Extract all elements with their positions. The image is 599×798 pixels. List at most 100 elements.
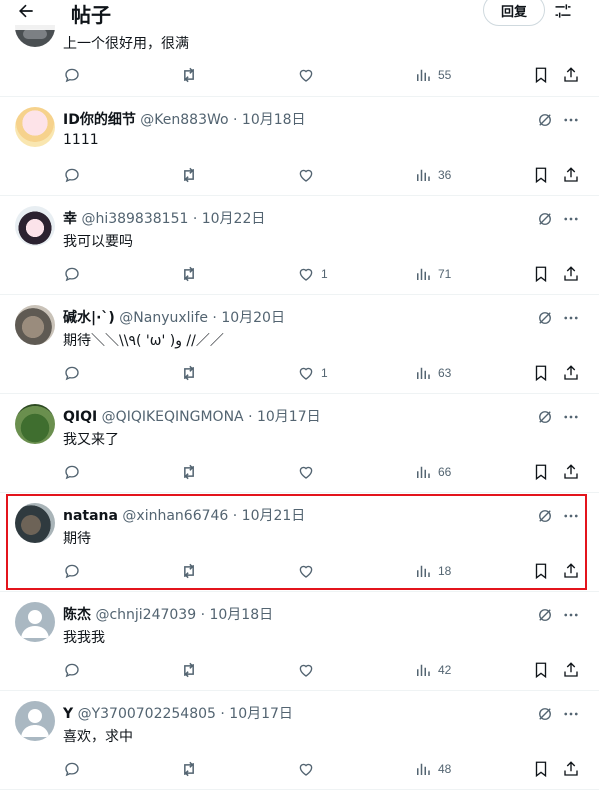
- views-action[interactable]: 18: [414, 560, 451, 582]
- repost-action[interactable]: [179, 659, 199, 681]
- reply-button[interactable]: 回复: [483, 0, 545, 26]
- bookmark-action[interactable]: [532, 64, 550, 86]
- heart-icon: [299, 565, 313, 578]
- reply-action[interactable]: [63, 659, 81, 681]
- author-name[interactable]: 碱水|·`): [63, 310, 115, 326]
- more-options-icon[interactable]: [560, 406, 582, 428]
- more-options-icon[interactable]: [560, 703, 582, 725]
- reply-action[interactable]: [63, 362, 81, 384]
- reply-action[interactable]: [63, 164, 81, 186]
- repost-action[interactable]: [179, 64, 199, 86]
- reply-post[interactable]: 幸 @hi389838151 · 10月22日 我可以要吗 1 71: [0, 196, 599, 295]
- like-action[interactable]: 1: [297, 263, 328, 285]
- share-action[interactable]: [562, 560, 580, 582]
- reply-post[interactable]: 碱水|·`) @Nanyuxlife · 10月20日 期待＼＼\\٩( 'ω' …: [0, 295, 599, 394]
- reply-post[interactable]: ID你的细节 @Ken883Wo · 10月18日 1111 36: [0, 97, 599, 196]
- grok-icon[interactable]: [534, 604, 556, 626]
- bookmark-action[interactable]: [532, 164, 550, 186]
- avatar[interactable]: [15, 107, 55, 147]
- views-action[interactable]: 66: [414, 461, 451, 483]
- like-action[interactable]: 1: [297, 362, 328, 384]
- like-action[interactable]: [297, 64, 321, 86]
- reply-action[interactable]: [63, 263, 81, 285]
- avatar[interactable]: [15, 404, 55, 444]
- author-name[interactable]: QIQI: [63, 409, 97, 425]
- bookmark-action[interactable]: [532, 659, 550, 681]
- reply-post[interactable]: QIQI @QIQIKEQINGMONA · 10月17日 我又来了 66: [0, 394, 599, 493]
- repost-action[interactable]: [179, 461, 199, 483]
- avatar[interactable]: [15, 305, 55, 345]
- more-options-icon[interactable]: [560, 208, 582, 230]
- reply-post[interactable]: 陈杰 @chnji247039 · 10月18日 我我我 42: [0, 592, 599, 691]
- share-action[interactable]: [562, 758, 580, 780]
- grok-icon[interactable]: [534, 208, 556, 230]
- more-options-icon[interactable]: [560, 109, 582, 131]
- views-action[interactable]: 63: [414, 362, 451, 384]
- bookmark-action[interactable]: [532, 362, 550, 384]
- grok-icon[interactable]: [534, 109, 556, 131]
- share-action[interactable]: [562, 362, 580, 384]
- avatar[interactable]: [15, 701, 55, 741]
- views-action[interactable]: 42: [414, 659, 451, 681]
- post-content: 我又来了: [63, 432, 119, 448]
- repost-action[interactable]: [179, 758, 199, 780]
- more-options-icon[interactable]: [560, 505, 582, 527]
- like-action[interactable]: [297, 758, 321, 780]
- views-action[interactable]: 48: [414, 758, 451, 780]
- grok-icon[interactable]: [534, 703, 556, 725]
- share-action[interactable]: [562, 64, 580, 86]
- reply-post[interactable]: natana @xinhan66746 · 10月21日 期待 18: [0, 493, 599, 592]
- like-action[interactable]: [297, 560, 321, 582]
- grok-icon[interactable]: [534, 307, 556, 329]
- reply-action[interactable]: [63, 758, 81, 780]
- avatar[interactable]: [15, 602, 55, 642]
- views-chart-icon: [417, 466, 430, 478]
- repost-action[interactable]: [179, 164, 199, 186]
- more-options-icon[interactable]: [560, 307, 582, 329]
- author-line: ID你的细节 @Ken883Wo · 10月18日: [63, 109, 306, 129]
- reply-icon: [65, 762, 79, 777]
- partial-post[interactable]: 上一个很好用，很满 55: [0, 25, 599, 97]
- repost-action[interactable]: [179, 560, 199, 582]
- post-content: 期待: [63, 531, 91, 547]
- heart-icon: [299, 268, 313, 281]
- bookmark-action[interactable]: [532, 560, 550, 582]
- heart-icon: [299, 367, 313, 380]
- like-action[interactable]: [297, 659, 321, 681]
- reply-post[interactable]: Y @Y3700702254805 · 10月17日 喜欢，求中 48: [0, 691, 599, 790]
- reply-action[interactable]: [63, 64, 81, 86]
- grok-icon[interactable]: [534, 505, 556, 527]
- author-name[interactable]: Y: [63, 706, 73, 722]
- share-action[interactable]: [562, 461, 580, 483]
- back-arrow-icon[interactable]: [14, 0, 38, 22]
- author-name[interactable]: 陈杰: [63, 607, 91, 623]
- bookmark-action[interactable]: [532, 758, 550, 780]
- bookmark-action[interactable]: [532, 461, 550, 483]
- share-action[interactable]: [562, 164, 580, 186]
- repost-action[interactable]: [179, 362, 199, 384]
- reply-action[interactable]: [63, 560, 81, 582]
- bookmark-action[interactable]: [532, 263, 550, 285]
- reply-action[interactable]: [63, 461, 81, 483]
- author-name[interactable]: ID你的细节: [63, 112, 136, 128]
- bookmark-icon: [535, 365, 547, 382]
- share-icon: [564, 464, 578, 479]
- like-action[interactable]: [297, 461, 321, 483]
- views-action[interactable]: 55: [414, 64, 451, 86]
- avatar[interactable]: [15, 206, 55, 246]
- like-action[interactable]: [297, 164, 321, 186]
- avatar[interactable]: [15, 503, 55, 543]
- grok-icon[interactable]: [534, 406, 556, 428]
- author-name[interactable]: 幸: [63, 211, 77, 227]
- repost-action[interactable]: [179, 263, 199, 285]
- view-count: 71: [438, 267, 452, 281]
- filter-settings-icon[interactable]: [551, 0, 575, 23]
- like-count: 1: [321, 267, 328, 281]
- share-action[interactable]: [562, 263, 580, 285]
- views-chart-icon: [417, 367, 430, 379]
- views-action[interactable]: 71: [414, 263, 451, 285]
- views-action[interactable]: 36: [414, 164, 451, 186]
- more-options-icon[interactable]: [560, 604, 582, 626]
- share-action[interactable]: [562, 659, 580, 681]
- author-name[interactable]: natana: [63, 508, 118, 524]
